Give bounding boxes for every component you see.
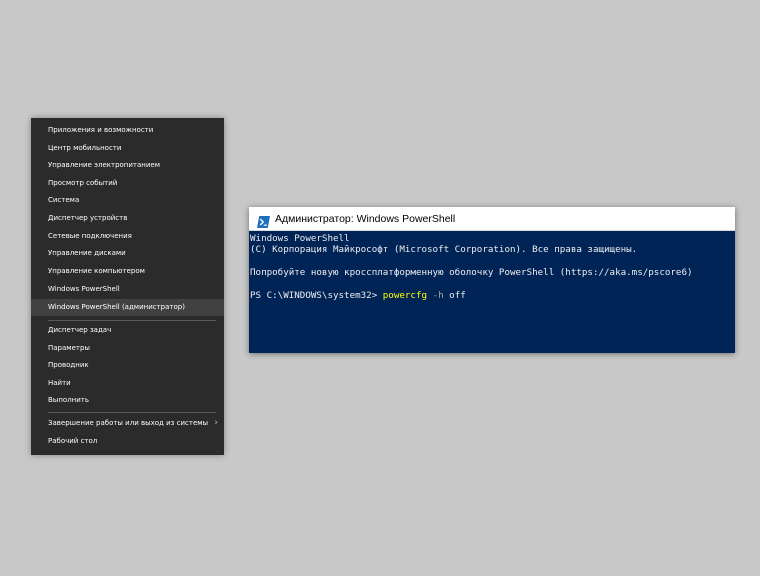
menu-item-label: Найти bbox=[48, 379, 71, 387]
window-title: Администратор: Windows PowerShell bbox=[275, 213, 456, 225]
console-command: powercfg bbox=[382, 290, 428, 301]
menu-separator bbox=[48, 320, 216, 321]
chevron-right-icon: › bbox=[214, 418, 218, 428]
menu-item-label: Приложения и возможности bbox=[48, 126, 154, 134]
menu-item-label: Диспетчер задач bbox=[48, 326, 112, 334]
menu-item-network-connections[interactable]: Сетевые подключения bbox=[31, 228, 224, 245]
console-command-line: PS C:\WINDOWS\system32> powercfg -h off bbox=[250, 290, 466, 301]
menu-item-power-options[interactable]: Управление электропитанием bbox=[31, 157, 224, 174]
menu-item-label: Windows PowerShell bbox=[48, 285, 120, 293]
menu-item-powershell-admin[interactable]: Windows PowerShell (администратор) bbox=[31, 299, 224, 316]
console-line: Windows PowerShell bbox=[250, 233, 350, 244]
menu-separator bbox=[48, 412, 216, 413]
menu-item-label: Система bbox=[48, 196, 80, 204]
console-prompt: PS C:\WINDOWS\system32> bbox=[250, 290, 383, 301]
console-line: (C) Корпорация Майкрософт (Microsoft Cor… bbox=[250, 244, 638, 255]
menu-item-powershell[interactable]: Windows PowerShell bbox=[31, 281, 224, 298]
winx-context-menu: Приложения и возможности Центр мобильнос… bbox=[31, 118, 224, 455]
menu-item-task-manager[interactable]: Диспетчер задач bbox=[31, 322, 224, 339]
menu-item-event-viewer[interactable]: Просмотр событий bbox=[31, 175, 224, 192]
menu-item-label: Завершение работы или выход из системы bbox=[48, 419, 209, 427]
powershell-window: Администратор: Windows PowerShell Window… bbox=[249, 207, 735, 353]
window-titlebar[interactable]: Администратор: Windows PowerShell bbox=[249, 207, 735, 231]
console-line: Попробуйте новую кроссплатформенную обол… bbox=[250, 267, 693, 278]
menu-item-settings[interactable]: Параметры bbox=[31, 340, 224, 357]
menu-item-shutdown-signout[interactable]: Завершение работы или выход из системы › bbox=[31, 415, 224, 432]
menu-item-label: Выполнить bbox=[48, 396, 89, 404]
menu-item-apps-features[interactable]: Приложения и возможности bbox=[31, 122, 224, 139]
menu-item-label: Центр мобильности bbox=[48, 144, 122, 152]
menu-item-device-manager[interactable]: Диспетчер устройств bbox=[31, 210, 224, 227]
menu-item-label: Диспетчер устройств bbox=[48, 214, 128, 222]
menu-item-search[interactable]: Найти bbox=[31, 375, 224, 392]
menu-item-label: Сетевые подключения bbox=[48, 232, 132, 240]
menu-item-label: Windows PowerShell (администратор) bbox=[48, 303, 185, 311]
console-parameter: -h bbox=[427, 290, 444, 301]
console-area[interactable]: Windows PowerShell (C) Корпорация Майкро… bbox=[250, 231, 734, 352]
menu-item-computer-management[interactable]: Управление компьютером bbox=[31, 263, 224, 280]
menu-item-disk-management[interactable]: Управление дисками bbox=[31, 245, 224, 262]
menu-item-label: Управление компьютером bbox=[48, 267, 145, 275]
menu-item-run[interactable]: Выполнить bbox=[31, 392, 224, 409]
console-argument: off bbox=[443, 290, 466, 301]
menu-item-label: Проводник bbox=[48, 361, 89, 369]
menu-item-label: Параметры bbox=[48, 344, 90, 352]
menu-item-label: Управление электропитанием bbox=[48, 161, 160, 169]
menu-item-label: Рабочий стол bbox=[48, 437, 98, 445]
menu-item-mobility-center[interactable]: Центр мобильности bbox=[31, 140, 224, 157]
menu-item-label: Управление дисками bbox=[48, 249, 126, 257]
menu-item-desktop[interactable]: Рабочий стол bbox=[31, 433, 224, 450]
powershell-icon bbox=[257, 213, 270, 228]
menu-item-label: Просмотр событий bbox=[48, 179, 118, 187]
menu-item-system[interactable]: Система bbox=[31, 192, 224, 209]
menu-item-file-explorer[interactable]: Проводник bbox=[31, 357, 224, 374]
